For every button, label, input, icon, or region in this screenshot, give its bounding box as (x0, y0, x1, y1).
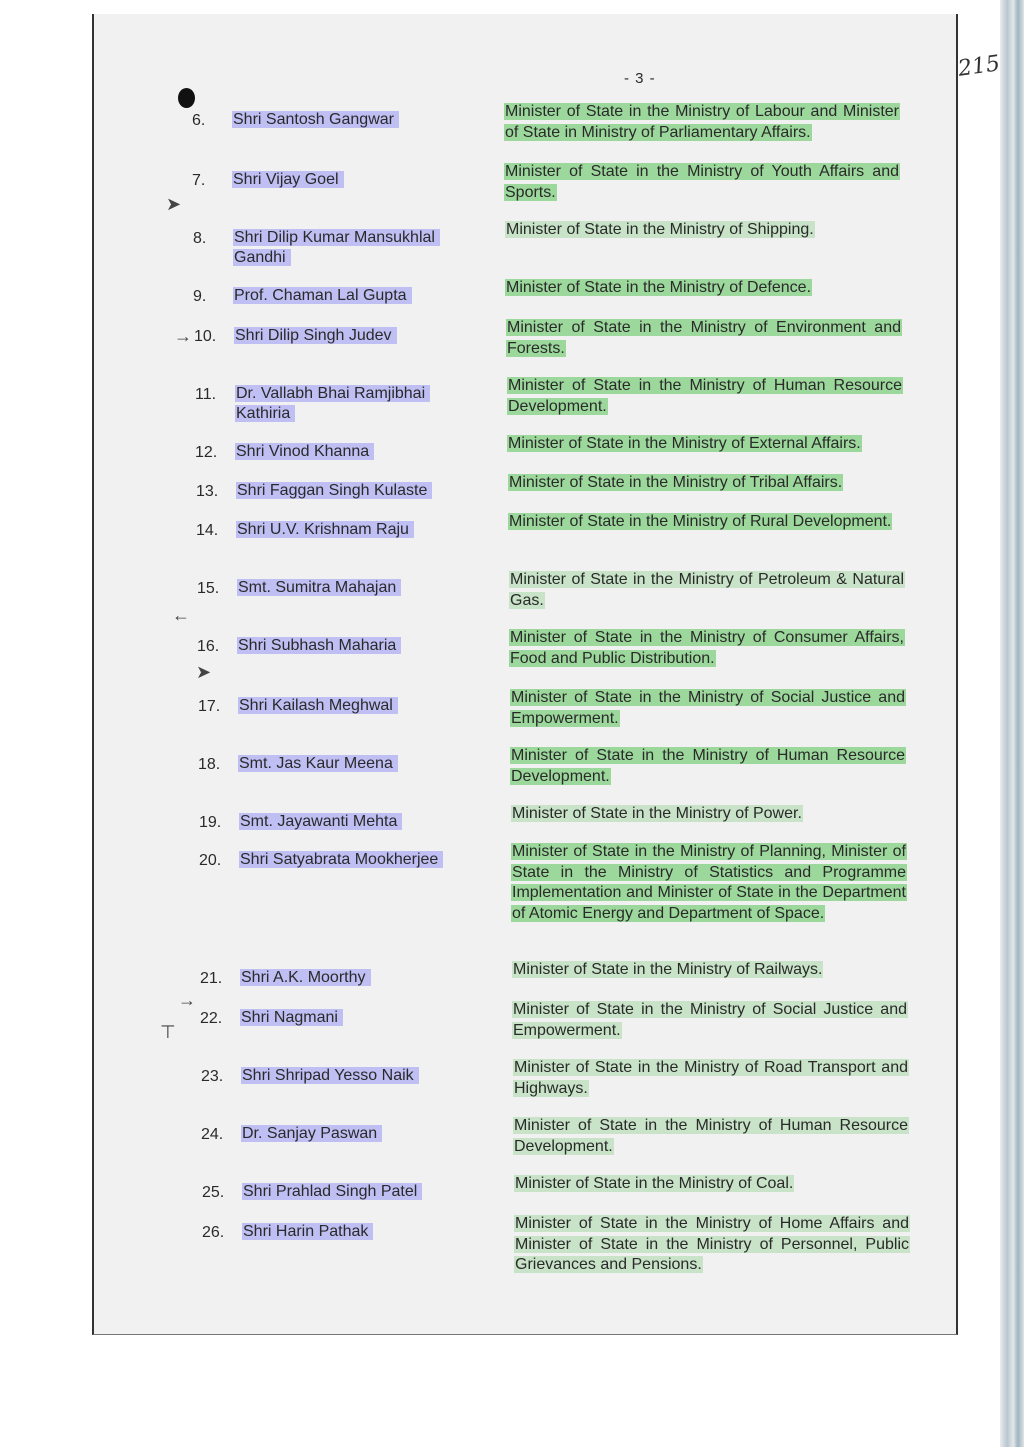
item-number: 21. (200, 970, 223, 987)
item-number: 16. (197, 638, 220, 655)
minister-portfolio: Minister of State in the Ministry of Lab… (504, 103, 900, 141)
item-number: 10. (194, 328, 217, 345)
minister-portfolio: Minister of State in the Ministry of Rai… (512, 961, 824, 978)
minister-name: Prof. Chaman Lal Gupta (233, 286, 463, 306)
item-number: 14. (196, 522, 219, 539)
minister-portfolio: Minister of State in the Ministry of Pow… (511, 805, 803, 822)
item-number: 23. (201, 1068, 224, 1085)
minister-portfolio: Minister of State in the Ministry of Env… (506, 319, 902, 357)
minister-portfolio: Minister of State in the Ministry of Soc… (510, 689, 906, 727)
item-number: 13. (196, 483, 219, 500)
punch-hole-mark (178, 88, 195, 108)
page-number: - 3 - (624, 70, 656, 87)
minister-name: Shri Shripad Yesso Naik (241, 1066, 471, 1086)
item-number: 8. (193, 230, 207, 247)
minister-name: Smt. Sumitra Mahajan (237, 578, 467, 598)
minister-portfolio: Minister of State in the Ministry of Hom… (514, 1215, 910, 1273)
minister-name: Smt. Jayawanti Mehta (239, 812, 469, 832)
item-number: 20. (199, 852, 222, 869)
minister-portfolio: Minister of State in the Ministry of Con… (509, 629, 905, 667)
minister-name: Shri U.V. Krishnam Raju (236, 520, 466, 540)
minister-portfolio: Minister of State in the Ministry of Rur… (508, 513, 893, 530)
minister-portfolio: Minister of State in the Ministry of Hum… (507, 377, 903, 415)
minister-portfolio: Minister of State in the Ministry of Soc… (512, 1001, 908, 1039)
item-number: 6. (192, 112, 206, 129)
margin-tick-mark: ➤ (166, 194, 182, 214)
minister-name: Shri A.K. Moorthy (240, 968, 470, 988)
minister-portfolio: Minister of State in the Ministry of Def… (505, 279, 813, 296)
minister-portfolio: Minister of State in the Ministry of Ext… (507, 435, 862, 452)
item-number: 19. (199, 814, 222, 831)
minister-portfolio: Minister of State in the Ministry of Pet… (509, 571, 905, 609)
minister-name: Shri Satyabrata Mookherjee (239, 850, 469, 870)
item-number: 26. (202, 1224, 225, 1241)
minister-name: Shri Prahlad Singh Patel (242, 1182, 472, 1202)
minister-portfolio: Minister of State in the Ministry of Roa… (513, 1059, 909, 1097)
item-number: 9. (193, 288, 207, 305)
minister-name: Shri Kailash Meghwal (238, 696, 468, 716)
minister-portfolio: Minister of State in the Ministry of Pla… (511, 843, 907, 922)
item-number: 15. (197, 580, 220, 597)
margin-tick-mark: ➤ (196, 662, 212, 682)
item-number: 22. (200, 1010, 223, 1027)
minister-portfolio: Minister of State in the Ministry of You… (504, 163, 900, 201)
minister-name: Shri Faggan Singh Kulaste (236, 481, 466, 501)
minister-name: Shri Subhash Maharia (237, 636, 467, 656)
minister-name: Dr. Sanjay Paswan (241, 1124, 471, 1144)
minister-name: Shri Harin Pathak (242, 1222, 472, 1242)
item-number: 24. (201, 1126, 224, 1143)
minister-name: Dr. Vallabh Bhai Ramjibhai Kathiria (235, 384, 465, 424)
minister-name: Shri Vinod Khanna (235, 442, 465, 462)
margin-tick-mark: ← (172, 605, 190, 625)
minister-name: Smt. Jas Kaur Meena (238, 754, 468, 774)
margin-tick-mark: → (178, 990, 196, 1010)
item-number: 25. (202, 1184, 225, 1201)
minister-name: Shri Dilip Kumar Mansukhlal Gandhi (233, 228, 463, 268)
item-number: 7. (192, 172, 206, 189)
minister-name: Shri Vijay Goel (232, 170, 462, 190)
item-number: 17. (198, 698, 221, 715)
handwritten-folio: 215 (956, 51, 1002, 82)
minister-name: Shri Santosh Gangwar (232, 110, 462, 130)
minister-portfolio: Minister of State in the Ministry of Shi… (505, 221, 815, 238)
minister-name: Shri Dilip Singh Judev (234, 326, 464, 346)
item-number: 12. (195, 444, 218, 461)
minister-portfolio: Minister of State in the Ministry of Hum… (513, 1117, 909, 1155)
minister-name: Shri Nagmani (240, 1008, 470, 1028)
margin-tick-mark: → (174, 326, 192, 346)
minister-portfolio: Minister of State in the Ministry of Coa… (514, 1175, 795, 1192)
scanner-edge (1000, 0, 1024, 1447)
item-number: 11. (195, 386, 217, 403)
minister-portfolio: Minister of State in the Ministry of Tri… (508, 474, 844, 491)
minister-portfolio: Minister of State in the Ministry of Hum… (510, 747, 906, 785)
margin-tick-mark: ⊤ (160, 1022, 176, 1042)
item-number: 18. (198, 756, 221, 773)
